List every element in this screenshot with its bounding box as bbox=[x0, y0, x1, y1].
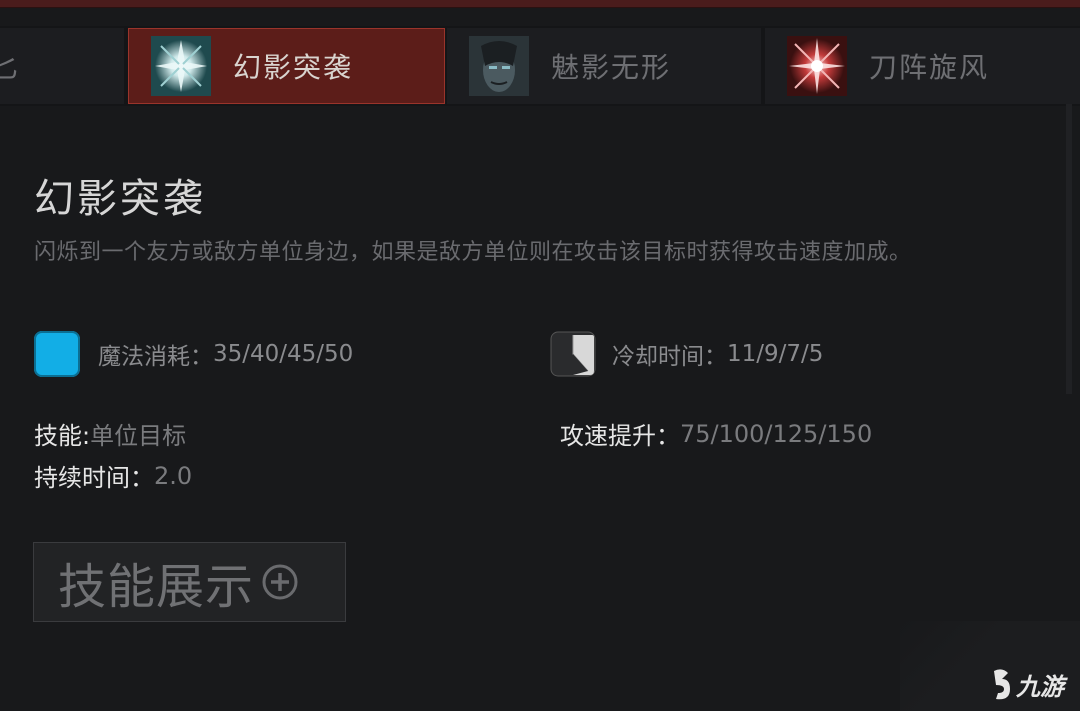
tab-coup-de-grace[interactable]: 刀阵旋风 bbox=[765, 28, 1080, 104]
showcase-label: 技能展示 bbox=[58, 559, 255, 615]
tab-label: 魅影无形 bbox=[551, 51, 672, 84]
tab-blur[interactable]: 魅影无形 bbox=[447, 28, 761, 104]
skill-showcase-button[interactable]: 技能展示 bbox=[33, 542, 346, 622]
ability-type-row: 技能: 单位目标 bbox=[34, 416, 186, 451]
tab-stifling-dagger[interactable]: 匕 bbox=[0, 28, 124, 104]
phantom-strike-icon bbox=[151, 36, 211, 96]
tab-label: 幻影突袭 bbox=[233, 51, 354, 84]
watermark-logo-icon: 九游 bbox=[994, 669, 1068, 701]
cooldown-label: 冷却时间： bbox=[612, 344, 727, 370]
watermark-text: 九游 bbox=[1015, 673, 1068, 701]
top-border bbox=[0, 0, 1080, 8]
mana-cost-value: 35/40/45/50 bbox=[213, 341, 354, 367]
blur-icon bbox=[469, 36, 529, 96]
cooldown-icon bbox=[550, 331, 596, 377]
mana-icon bbox=[34, 331, 80, 377]
tab-phantom-strike[interactable]: 幻影突袭 bbox=[128, 28, 445, 104]
cooldown-value: 11/9/7/5 bbox=[727, 341, 824, 367]
skill-title: 幻影突袭 bbox=[34, 176, 206, 222]
tab-label: 刀阵旋风 bbox=[869, 51, 990, 84]
duration-row: 持续时间： 2.0 bbox=[34, 458, 192, 493]
duration-value: 2.0 bbox=[154, 461, 193, 490]
duration-label: 持续时间： bbox=[34, 464, 154, 492]
watermark: 九游 bbox=[900, 621, 1080, 711]
attack-speed-row: 攻速提升： 75/100/125/150 bbox=[560, 416, 872, 451]
mana-cost-label: 魔法消耗： bbox=[98, 344, 213, 370]
cooldown-row: 冷却时间： 11/9/7/5 bbox=[550, 331, 823, 377]
mana-cost-row: 魔法消耗： 35/40/45/50 bbox=[34, 331, 353, 377]
tab-label: 匕 bbox=[0, 51, 21, 84]
ability-type-label: 技能: bbox=[34, 422, 91, 450]
scrollbar[interactable] bbox=[1066, 104, 1072, 394]
ability-type-value: 单位目标 bbox=[90, 422, 187, 450]
skill-description: 闪烁到一个友方或敌方单位身边，如果是敌方单位则在攻击该目标时获得攻击速度加成。 bbox=[34, 240, 912, 265]
plus-circle-icon bbox=[262, 564, 298, 600]
attack-speed-label: 攻速提升： bbox=[560, 422, 680, 450]
ability-page: 匕 幻影突袭 魅影无形 刀阵旋风 幻影突袭 闪烁到一个友方或敌方单位身边，如果是… bbox=[0, 0, 1080, 711]
attack-speed-value: 75/100/125/150 bbox=[680, 419, 873, 448]
blade-fury-icon bbox=[787, 36, 847, 96]
